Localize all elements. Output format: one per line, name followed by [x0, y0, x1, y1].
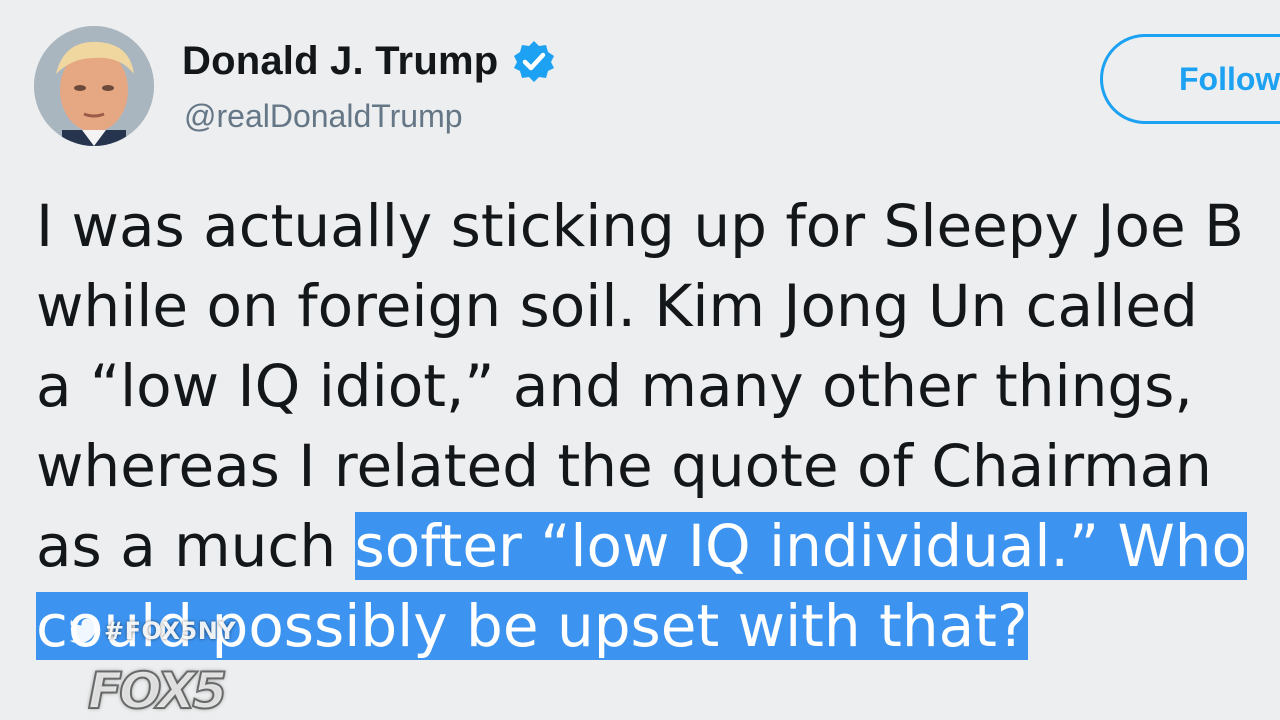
- tweet-line-text: I was actually sticking up for Sleepy Jo…: [36, 192, 1244, 260]
- highlighted-text: softer “low IQ individual.” Who: [354, 512, 1248, 580]
- author-name-row: Donald J. Trump: [182, 36, 556, 86]
- tweet-text: I was actually sticking up for Sleepy Jo…: [36, 186, 1280, 666]
- tweet-screenshot: Donald J. Trump @realDonaldTrump Follow …: [0, 0, 1280, 720]
- tweet-line-2: while on foreign soil. Kim Jong Un calle…: [36, 266, 1280, 346]
- tweet-line-text: while on foreign soil. Kim Jong Un calle…: [36, 272, 1198, 340]
- hashtag-text: #FOX5NY: [104, 617, 237, 645]
- profile-photo-icon: [34, 26, 154, 146]
- author-avatar[interactable]: [34, 26, 154, 146]
- channel-logo: FOX5: [87, 661, 228, 720]
- tweet-line-text: a “low IQ idiot,” and many other things,: [36, 352, 1193, 420]
- verified-badge-icon: [514, 41, 555, 82]
- twitter-bird-icon: [70, 618, 99, 644]
- tweet-line-4: whereas I related the quote of Chairman: [36, 426, 1280, 506]
- tweet-line-1: I was actually sticking up for Sleepy Jo…: [36, 186, 1280, 266]
- author-display-name[interactable]: Donald J. Trump: [182, 39, 498, 84]
- tweet-line-text: as a much: [36, 512, 355, 580]
- broadcast-hashtag: #FOX5NY: [70, 617, 236, 645]
- author-handle[interactable]: @realDonaldTrump: [184, 98, 463, 135]
- follow-button[interactable]: Follow: [1100, 34, 1280, 124]
- tweet-line-text: whereas I related the quote of Chairman: [36, 432, 1212, 500]
- tweet-line-5: as a much softer “low IQ individual.” Wh…: [36, 506, 1280, 586]
- tweet-line-3: a “low IQ idiot,” and many other things,: [36, 346, 1280, 426]
